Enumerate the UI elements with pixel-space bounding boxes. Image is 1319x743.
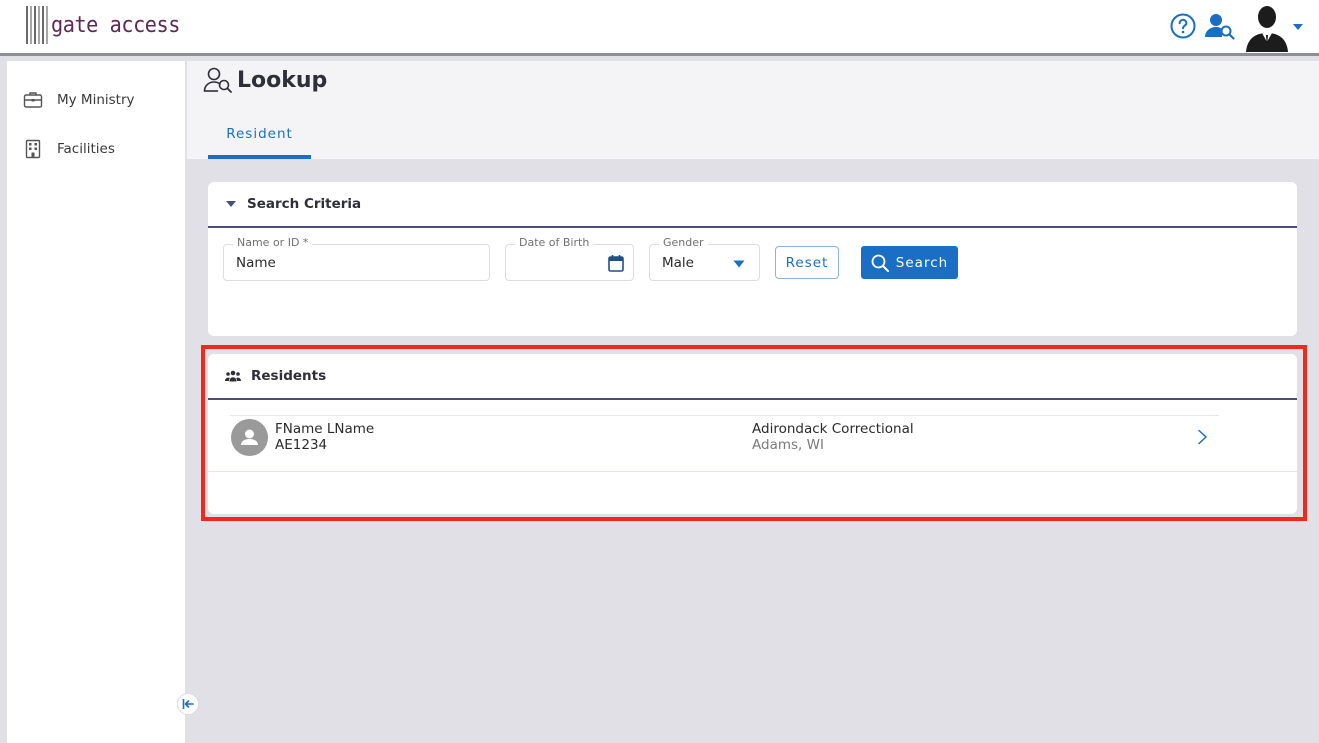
date-of-birth-field[interactable]: Date of Birth (505, 236, 634, 281)
person-search-icon (203, 67, 232, 93)
search-icon (871, 254, 889, 272)
resident-avatar (231, 419, 268, 456)
residents-title: Residents (251, 368, 327, 384)
sidebar-item-label: My Ministry (57, 92, 135, 108)
app-logo[interactable]: gate access (26, 6, 191, 44)
reset-button-label: Reset (785, 254, 829, 271)
gender-field-value: Male (662, 255, 694, 271)
collapse-left-icon (182, 699, 194, 709)
sidebar-item-label: Facilities (57, 141, 115, 157)
dropdown-arrow-icon (733, 260, 745, 268)
logo-text: gate access (51, 12, 180, 38)
tab-active-indicator (208, 155, 311, 159)
help-icon[interactable] (1170, 13, 1196, 39)
caret-down-icon (226, 201, 236, 207)
page-title: Lookup (203, 66, 327, 94)
residents-card: Residents FName LName AE1234 Adirondack … (208, 354, 1297, 514)
chevron-right-icon[interactable] (1196, 429, 1208, 445)
search-button[interactable]: Search (861, 246, 958, 279)
people-group-icon (225, 370, 241, 382)
sidebar-item-my-ministry[interactable]: My Ministry (23, 90, 135, 110)
sidebar: My Ministry Facilities (7, 61, 185, 743)
resident-row[interactable]: FName LName AE1234 Adirondack Correction… (208, 404, 1297, 472)
tab-resident[interactable]: Resident (208, 121, 311, 159)
resident-name: FName LName (275, 421, 375, 437)
briefcase-icon (23, 92, 43, 108)
name-field-value: Name (236, 255, 276, 271)
tab-label: Resident (226, 126, 293, 142)
collapse-sidebar-button[interactable] (177, 693, 199, 715)
dob-field-label: Date of Birth (515, 236, 594, 249)
calendar-icon[interactable] (608, 254, 624, 272)
row-divider (230, 415, 1219, 416)
person-icon (241, 429, 258, 445)
search-criteria-card: Search Criteria Name or ID * Name Date o… (208, 182, 1297, 336)
resident-facility: Adirondack Correctional (752, 421, 914, 437)
user-avatar[interactable] (1244, 4, 1290, 52)
person-search-icon[interactable] (1205, 12, 1235, 40)
sidebar-item-facilities[interactable]: Facilities (23, 139, 115, 159)
top-bar: gate access (0, 0, 1319, 56)
search-button-label: Search (895, 254, 949, 271)
chevron-down-icon[interactable] (1292, 23, 1304, 31)
logo-bars-icon (26, 6, 48, 44)
gender-field-label: Gender (659, 236, 708, 249)
name-field-label: Name or ID * (233, 236, 313, 249)
name-or-id-field[interactable]: Name or ID * Name (223, 236, 490, 281)
page-header: Lookup Resident (187, 61, 1319, 159)
resident-location: Adams, WI (752, 437, 824, 453)
building-icon (25, 139, 41, 159)
gender-select[interactable]: Gender Male (649, 236, 760, 281)
search-criteria-title: Search Criteria (247, 196, 362, 212)
resident-id: AE1234 (275, 437, 328, 453)
page-title-text: Lookup (237, 67, 328, 93)
residents-header: Residents (208, 354, 1297, 400)
search-criteria-header[interactable]: Search Criteria (208, 182, 1297, 228)
reset-button[interactable]: Reset (775, 246, 839, 279)
